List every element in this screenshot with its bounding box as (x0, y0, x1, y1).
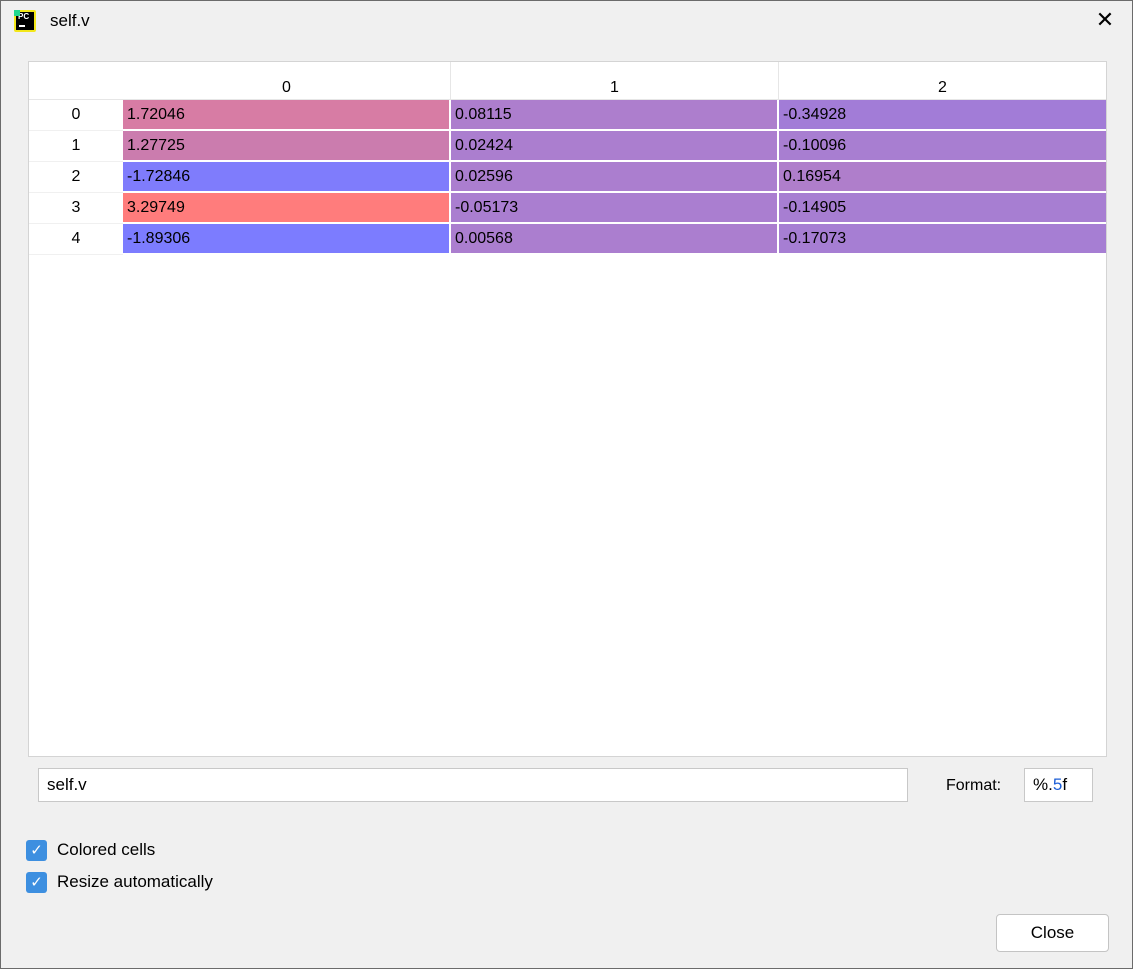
title-bar: PC self.v ✕ (1, 1, 1132, 41)
array-viewer-dialog: PC self.v ✕ 0 1 2 0 1.72046 0.08115 -0.3492… (0, 0, 1133, 969)
checkbox-checked-icon[interactable]: ✓ (26, 839, 47, 861)
close-icon[interactable]: ✕ (1094, 9, 1116, 31)
table-cell[interactable]: -0.14905 (779, 193, 1106, 224)
resize-automatically-label: Resize automatically (57, 872, 213, 891)
row-header[interactable]: 3 (29, 193, 123, 224)
table-cell[interactable]: -1.89306 (123, 224, 451, 255)
table-cell[interactable]: 1.72046 (123, 100, 451, 131)
table-cell[interactable]: 0.02424 (451, 131, 779, 162)
format-input[interactable]: %.5f (1024, 768, 1093, 802)
pycharm-icon: PC (14, 10, 36, 32)
table-cell[interactable]: -0.10096 (779, 131, 1106, 162)
table-row: 0 1.72046 0.08115 -0.34928 (29, 100, 1106, 131)
table-cell[interactable]: 0.00568 (451, 224, 779, 255)
column-header[interactable]: 2 (779, 62, 1106, 100)
table-cell[interactable]: -0.05173 (451, 193, 779, 224)
format-precision: 5 (1052, 775, 1063, 794)
row-header[interactable]: 0 (29, 100, 123, 131)
colored-cells-option[interactable]: ✓ Colored cells (26, 839, 155, 861)
expression-input[interactable]: self.v (38, 768, 908, 802)
column-header[interactable]: 0 (123, 62, 451, 100)
colored-cells-label: Colored cells (57, 840, 156, 859)
row-header[interactable]: 4 (29, 224, 123, 255)
table-cell[interactable]: 1.27725 (123, 131, 451, 162)
table-cell[interactable]: -0.34928 (779, 100, 1106, 131)
table-cell[interactable]: 0.02596 (451, 162, 779, 193)
format-label: Format: (946, 777, 1002, 794)
format-prefix: %. (1033, 775, 1053, 794)
column-header[interactable]: 1 (451, 62, 779, 100)
checkbox-checked-icon[interactable]: ✓ (26, 871, 47, 893)
table-row: 1 1.27725 0.02424 -0.10096 (29, 131, 1106, 162)
table-cell[interactable]: -1.72846 (123, 162, 451, 193)
close-button[interactable]: Close (996, 914, 1109, 952)
table-row: 4 -1.89306 0.00568 -0.17073 (29, 224, 1106, 255)
table-cell[interactable]: -0.17073 (779, 224, 1106, 255)
row-header[interactable]: 1 (29, 131, 123, 162)
table-cell[interactable]: 0.08115 (451, 100, 779, 131)
row-header[interactable]: 2 (29, 162, 123, 193)
corner-header (29, 62, 123, 100)
window-title: self.v (50, 11, 90, 30)
table-row: 2 -1.72846 0.02596 0.16954 (29, 162, 1106, 193)
array-table: 0 1 2 0 1.72046 0.08115 -0.34928 1 1.27725 0.0… (28, 61, 1107, 757)
resize-automatically-option[interactable]: ✓ Resize automatically (26, 871, 213, 893)
table-cell[interactable]: 0.16954 (779, 162, 1106, 193)
table-cell[interactable]: 3.29749 (123, 193, 451, 224)
table-row: 3 3.29749 -0.05173 -0.14905 (29, 193, 1106, 224)
format-suffix: f (1062, 775, 1068, 794)
